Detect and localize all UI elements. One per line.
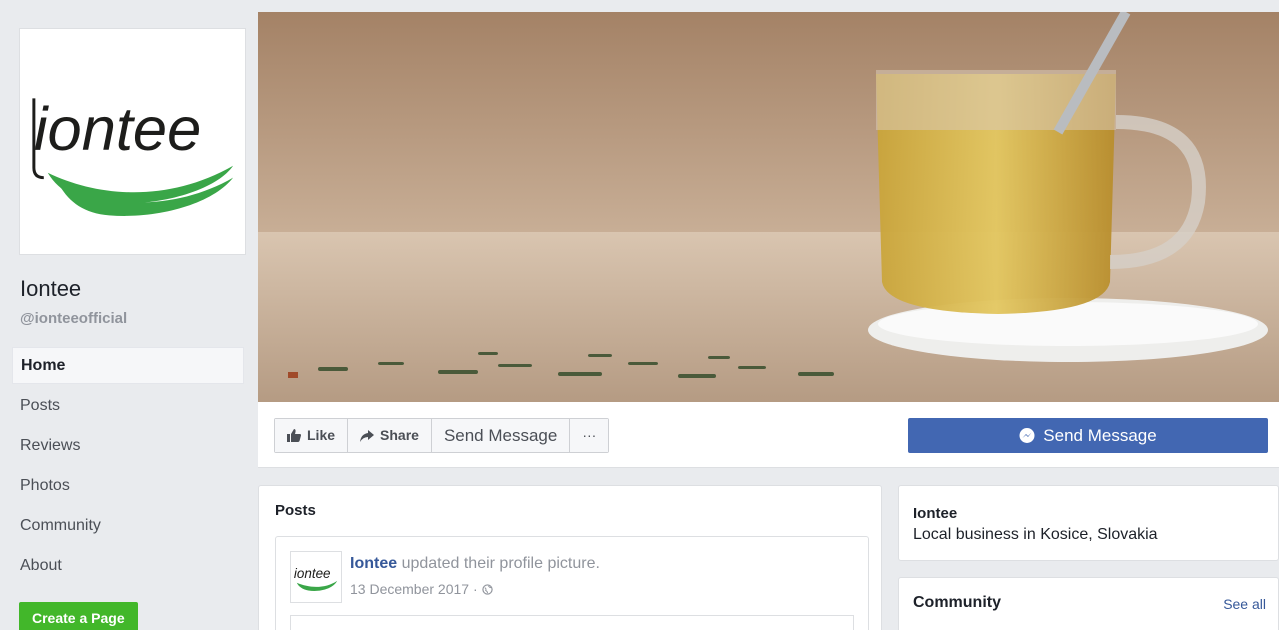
see-all-link[interactable]: See all xyxy=(1223,596,1266,612)
post-item: iontee Iontee updated their profile pict… xyxy=(275,536,869,630)
page-handle[interactable]: @ionteeofficial xyxy=(20,310,127,327)
post-author-link[interactable]: Iontee xyxy=(350,555,397,572)
more-options-button[interactable]: ··· xyxy=(570,419,609,452)
send-message-label: Send Message xyxy=(1043,425,1157,445)
share-arrow-icon xyxy=(360,429,375,442)
nav-item-home[interactable]: Home xyxy=(12,347,244,384)
share-button[interactable]: Share xyxy=(348,419,432,452)
post-meta: 13 December 2017 · xyxy=(350,581,493,597)
nav-item-photos[interactable]: Photos xyxy=(12,467,244,507)
post-headline: Iontee updated their profile picture. xyxy=(350,555,600,573)
nav-item-posts[interactable]: Posts xyxy=(12,387,244,427)
posts-card: Posts iontee Iontee updated their profil… xyxy=(258,485,882,630)
send-message-primary-button[interactable]: Send Message xyxy=(908,418,1268,453)
page-name[interactable]: Iontee xyxy=(20,276,81,302)
about-category: Local business in Kosice, Slovakia xyxy=(913,526,1158,543)
community-card: Community See all xyxy=(898,577,1279,630)
messenger-icon xyxy=(1019,427,1035,443)
cover-photo[interactable] xyxy=(258,12,1279,402)
share-label: Share xyxy=(380,427,419,443)
like-button[interactable]: Like xyxy=(275,419,349,452)
action-button-group: Like Share Send Message ··· xyxy=(274,418,610,453)
nav-item-about[interactable]: About xyxy=(12,547,244,587)
post-date[interactable]: 13 December 2017 · xyxy=(350,581,478,597)
about-card: Iontee Local business in Kosice, Slovaki… xyxy=(898,485,1279,561)
community-heading: Community xyxy=(913,594,1001,611)
globe-icon xyxy=(481,583,493,595)
nav-item-community[interactable]: Community xyxy=(12,507,244,547)
create-page-button[interactable]: Create a Page xyxy=(19,602,138,630)
profile-picture[interactable]: iontee xyxy=(19,28,246,255)
post-author-avatar[interactable]: iontee xyxy=(290,551,342,603)
iontee-logo: iontee xyxy=(32,95,234,216)
tea-cup-image xyxy=(258,12,1279,402)
thumbs-up-icon xyxy=(287,429,301,442)
about-page-name[interactable]: Iontee xyxy=(913,505,957,522)
post-attachment[interactable] xyxy=(290,615,854,630)
avatar-wordmark: iontee xyxy=(294,566,331,581)
page-nav: Home Posts Reviews Photos Community Abou… xyxy=(12,347,244,587)
send-message-secondary-button[interactable]: Send Message xyxy=(431,419,571,452)
nav-item-reviews[interactable]: Reviews xyxy=(12,427,244,467)
post-action-text: updated their profile picture. xyxy=(397,555,600,572)
iontee-logo-small: iontee xyxy=(294,566,338,591)
logo-wordmark: iontee xyxy=(34,95,201,164)
like-label: Like xyxy=(307,427,336,443)
posts-heading: Posts xyxy=(275,502,316,519)
left-column: iontee Iontee @ionteeofficial Home Posts… xyxy=(0,0,258,630)
page-action-bar: Like Share Send Message ··· Send Message xyxy=(258,402,1279,468)
